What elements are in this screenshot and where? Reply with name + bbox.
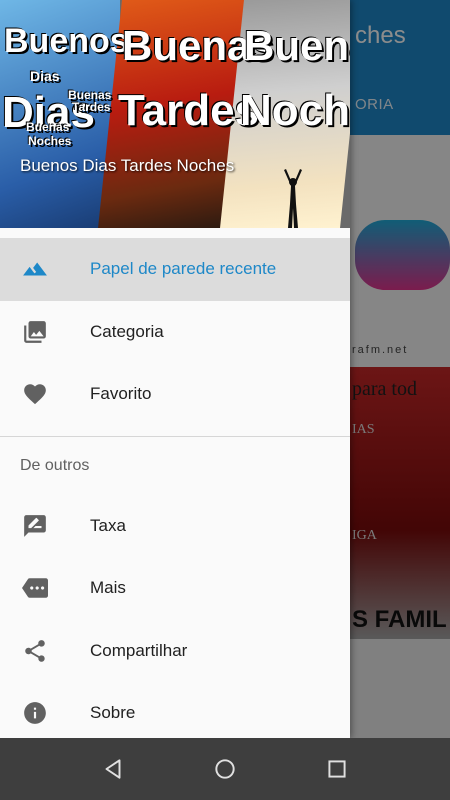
header-art-text: Noches (28, 134, 72, 148)
header-art-text: Dias (30, 68, 60, 84)
navigation-drawer: Buenos Dias Dias Buenas Tardes Buenas No… (0, 0, 350, 738)
menu-item-share[interactable]: Compartilhar (0, 620, 350, 683)
menu-item-recent-wallpapers[interactable]: Papel de parede recente (0, 238, 350, 301)
header-art-text: Noches (240, 86, 350, 135)
photo-library-icon (24, 320, 46, 343)
menu-item-category[interactable]: Categoria (0, 301, 350, 364)
menu-item-about[interactable]: Sobre (0, 682, 350, 738)
menu-item-label: Favorito (90, 384, 152, 404)
menu-section-title: De outros (20, 456, 90, 474)
person-silhouette-icon (284, 169, 302, 228)
menu-item-rate[interactable]: Taxa (0, 495, 350, 558)
drawer-menu: Papel de parede recente Categoria Favori… (0, 238, 350, 738)
menu-item-label: Sobre (90, 703, 136, 723)
system-navigation-bar (0, 738, 450, 800)
header-art-text: Buenas (26, 120, 70, 134)
header-art-text: Buenas (244, 22, 350, 69)
menu-item-label: Taxa (90, 515, 126, 535)
home-icon[interactable] (212, 756, 238, 782)
header-art-text: Tardes (72, 100, 111, 114)
header-art-text: Tardes (118, 86, 260, 135)
back-icon[interactable] (100, 756, 126, 782)
heart-icon (24, 384, 46, 405)
drawer-header-caption: Buenos Dias Tardes Noches (20, 156, 235, 175)
menu-item-favorite[interactable]: Favorito (0, 363, 350, 426)
header-art-text: Buenos (4, 22, 129, 60)
info-icon (24, 702, 46, 725)
menu-item-label: Papel de parede recente (90, 259, 277, 279)
menu-item-label: Compartilhar (90, 640, 188, 660)
menu-item-label: Categoria (90, 321, 164, 341)
rate-review-icon (24, 514, 46, 537)
menu-item-label: Mais (90, 578, 126, 598)
recent-apps-icon[interactable] (324, 756, 350, 782)
share-icon (25, 639, 45, 662)
more-tag-icon (22, 578, 48, 598)
menu-item-more[interactable]: Mais (0, 557, 350, 620)
drawer-header: Buenos Dias Dias Buenas Tardes Buenas No… (0, 0, 350, 228)
landscape-icon (23, 262, 47, 276)
